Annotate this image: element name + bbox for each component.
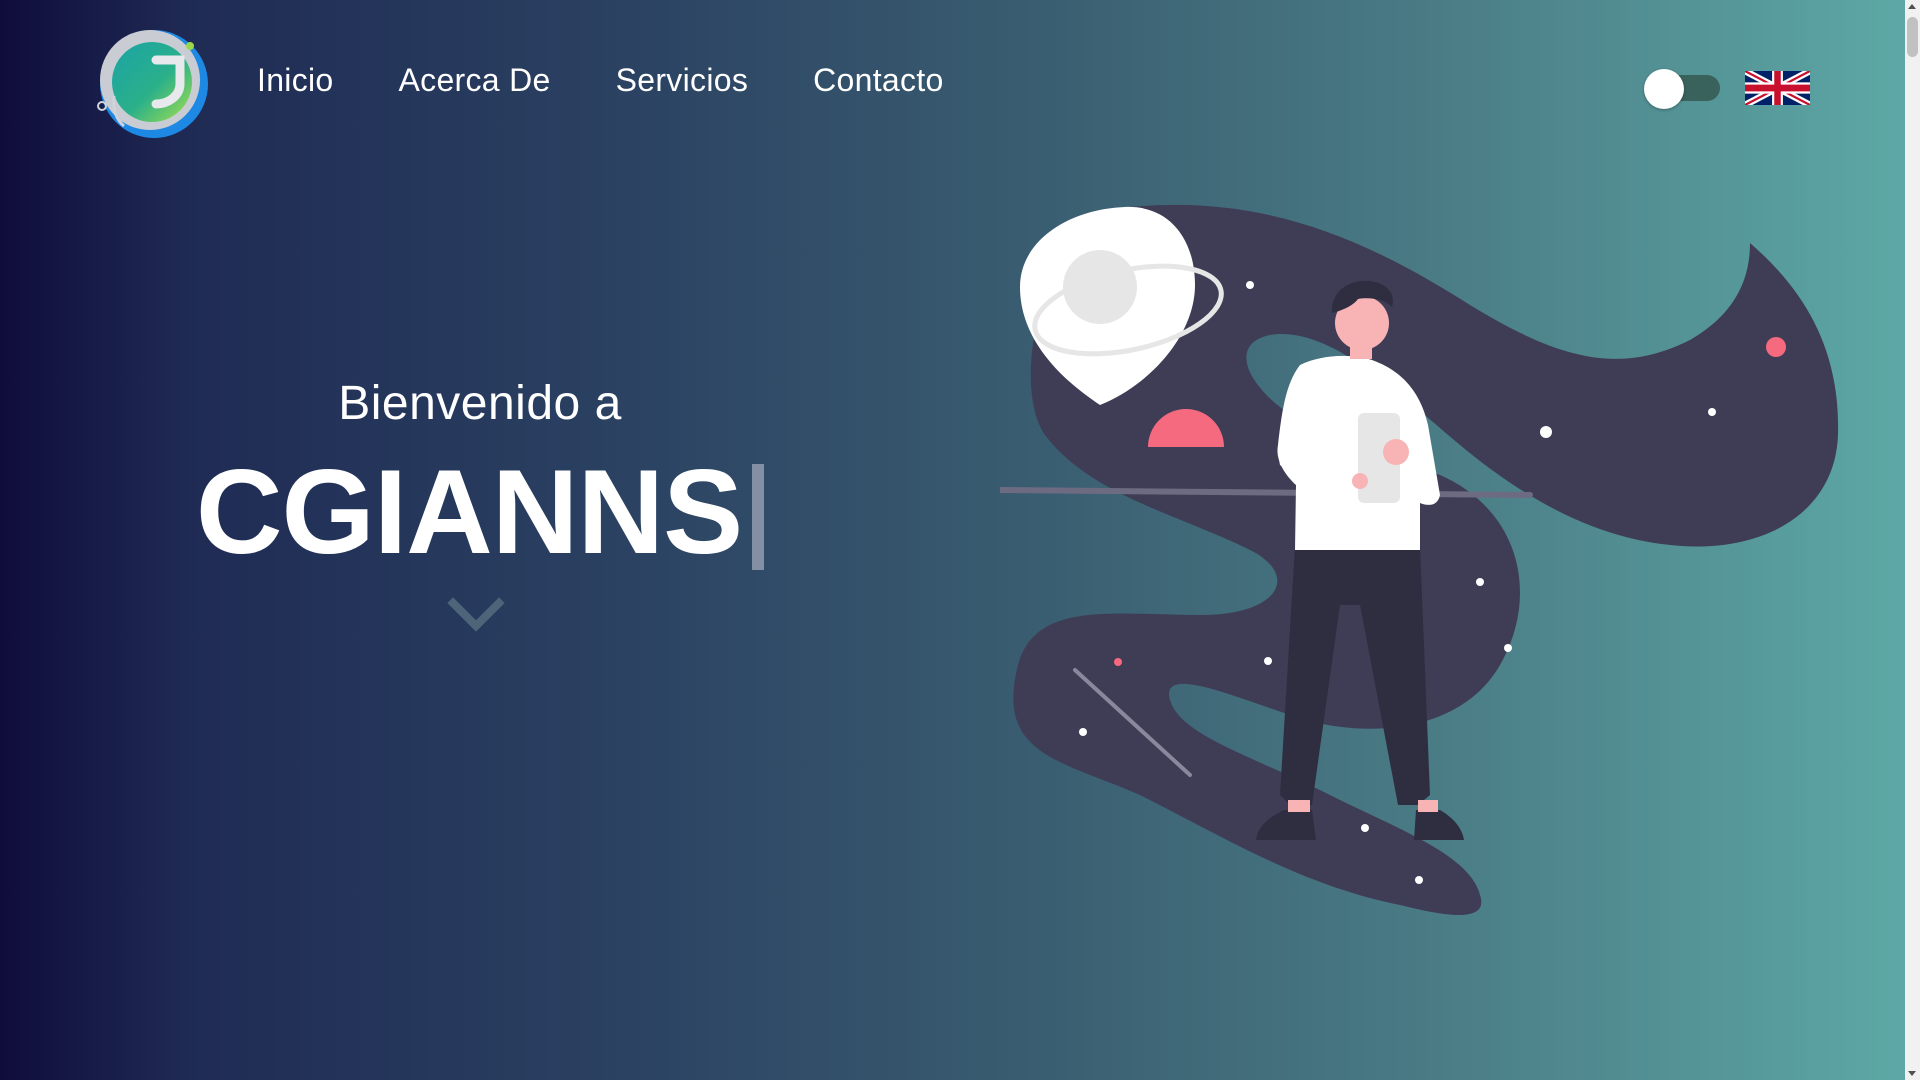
nav-contacto[interactable]: Contacto <box>813 62 943 99</box>
scroll-down-button[interactable] <box>447 597 505 633</box>
hero: Bienvenido a CGIANNS <box>130 380 830 572</box>
astronaut-space-illustration <box>997 204 1839 915</box>
vertical-scrollbar[interactable] <box>1905 0 1920 1080</box>
nav-acerca-de[interactable]: Acerca De <box>399 62 551 99</box>
language-switch[interactable] <box>1743 67 1812 109</box>
uk-flag-icon <box>1743 67 1812 109</box>
toggle-knob <box>1644 69 1684 109</box>
typing-caret <box>752 464 765 570</box>
theme-toggle[interactable] <box>1644 69 1722 109</box>
hero-illustration <box>997 195 1860 915</box>
brand-line: CGIANNS <box>195 445 765 579</box>
chevron-down-icon <box>447 597 505 632</box>
nav-inicio[interactable]: Inicio <box>257 62 334 99</box>
scroll-up-arrow-icon[interactable] <box>1908 4 1916 9</box>
scroll-thumb[interactable] <box>1907 17 1918 57</box>
logo[interactable] <box>94 26 214 142</box>
brand-title: CGIANNS <box>195 445 743 579</box>
logo-icon <box>97 30 208 138</box>
scroll-down-arrow-icon[interactable] <box>1908 1071 1916 1076</box>
welcome-text: Bienvenido a <box>338 377 622 430</box>
page: Inicio Acerca De Servicios Contacto Bien… <box>0 0 1905 1080</box>
main-nav: Inicio Acerca De Servicios Contacto <box>257 62 1009 99</box>
nav-servicios[interactable]: Servicios <box>616 62 749 99</box>
